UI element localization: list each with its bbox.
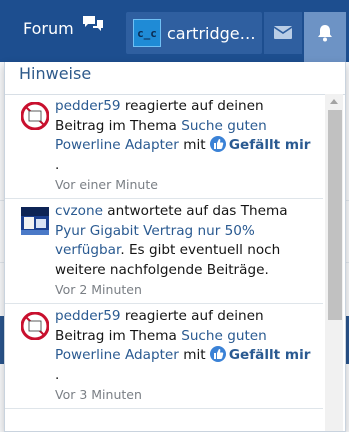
notification-time: Vor einer Minute — [55, 177, 158, 192]
bell-icon — [317, 24, 333, 46]
thumbs-up-icon — [209, 346, 226, 362]
username-label: cartridge… — [167, 23, 256, 43]
plc-icon[interactable] — [20, 311, 50, 341]
avatar: c_c — [133, 19, 161, 47]
reaction-label: Gefällt mir — [228, 137, 311, 153]
cvzone-avatar[interactable] — [21, 207, 49, 235]
notification-list: pedder59 reagierte auf deinen Beitrag im… — [5, 94, 323, 409]
envelope-icon — [273, 24, 293, 43]
notification-time: Vor 2 Minuten — [55, 282, 142, 297]
list-item[interactable]: pedder59 reagierte auf deinen Beitrag im… — [5, 304, 323, 409]
notification-text: mit — [178, 347, 210, 363]
notification-user-link[interactable]: cvzone — [55, 203, 103, 219]
notification-text: mit — [178, 137, 210, 153]
user-menu-button[interactable]: c_c cartridge… — [126, 12, 262, 54]
panel-title: Hinweise — [5, 62, 345, 95]
notification-trail: . — [55, 366, 60, 383]
top-navigation: Forum c_c cartridge… — [0, 0, 349, 62]
notification-user-link[interactable]: pedder59 — [55, 308, 121, 324]
plc-icon[interactable] — [20, 101, 50, 131]
notification-user-link[interactable]: pedder59 — [55, 98, 121, 114]
list-item[interactable]: pedder59 reagierte auf deinen Beitrag im… — [5, 94, 323, 199]
notification-text: antwortete auf das Thema — [102, 203, 288, 219]
notification-trail: . — [55, 156, 60, 173]
conversations-button[interactable] — [264, 12, 302, 54]
avatar-text: c_c — [137, 26, 157, 40]
reaction-label: Gefällt mir — [228, 347, 311, 363]
scrollbar-thumb[interactable] — [328, 110, 342, 320]
list-item[interactable]: cvzone antwortete auf das Thema Pyur Gig… — [5, 199, 323, 304]
nav-forum-link[interactable]: Forum — [23, 15, 104, 38]
notification-time: Vor 3 Minuten — [55, 387, 142, 402]
chat-bubbles-icon — [82, 15, 104, 37]
alerts-dropdown: Hinweise pedder59 reagierte auf deinen B… — [4, 62, 346, 432]
nav-forum-label: Forum — [23, 19, 74, 38]
thumbs-up-icon — [209, 136, 226, 152]
alerts-button[interactable] — [304, 12, 346, 62]
scroll-up-arrow-icon[interactable] — [325, 94, 343, 108]
